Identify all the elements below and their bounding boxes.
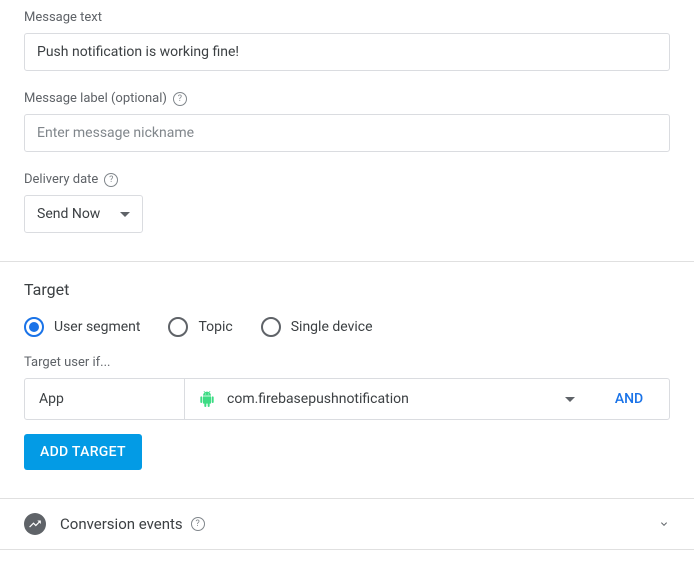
help-icon[interactable]: ? [104, 173, 118, 187]
delivery-date-label: Delivery date [24, 172, 98, 187]
trending-up-icon [24, 513, 46, 535]
target-app-dropdown[interactable]: com.firebasepushnotification [185, 379, 589, 419]
delivery-date-value: Send Now [37, 206, 100, 222]
radio-label: User segment [54, 319, 140, 335]
and-button[interactable]: AND [589, 379, 669, 419]
radio-icon [24, 317, 44, 337]
radio-single-device[interactable]: Single device [261, 317, 373, 337]
conversion-events-accordion[interactable]: Conversion events ? [0, 498, 694, 550]
message-label-input[interactable] [24, 114, 670, 152]
add-target-button[interactable]: ADD TARGET [24, 434, 142, 470]
help-icon[interactable]: ? [173, 92, 187, 106]
radio-user-segment[interactable]: User segment [24, 317, 140, 337]
radio-label: Single device [291, 319, 373, 335]
message-text-label: Message text [24, 10, 670, 25]
target-filter-label: Target user if... [24, 355, 670, 370]
delivery-date-dropdown[interactable]: Send Now [24, 195, 143, 233]
target-app-cell[interactable]: App [25, 379, 185, 419]
chevron-down-icon [565, 397, 575, 402]
radio-label: Topic [198, 319, 232, 335]
target-app-value: com.firebasepushnotification [227, 391, 553, 407]
radio-icon [261, 317, 281, 337]
radio-topic[interactable]: Topic [168, 317, 232, 337]
message-label-label: Message label (optional) [24, 91, 167, 106]
target-filter-row: App com.firebasepushnotification AND [24, 378, 670, 420]
chevron-down-icon [120, 212, 130, 217]
help-icon[interactable]: ? [191, 517, 205, 531]
target-title: Target [24, 280, 670, 299]
target-radio-group: User segment Topic Single device [24, 317, 670, 337]
message-text-input[interactable] [24, 33, 670, 71]
conversion-events-title: Conversion events [60, 515, 183, 533]
radio-icon [168, 317, 188, 337]
chevron-down-icon [658, 518, 670, 530]
android-icon [199, 391, 215, 407]
